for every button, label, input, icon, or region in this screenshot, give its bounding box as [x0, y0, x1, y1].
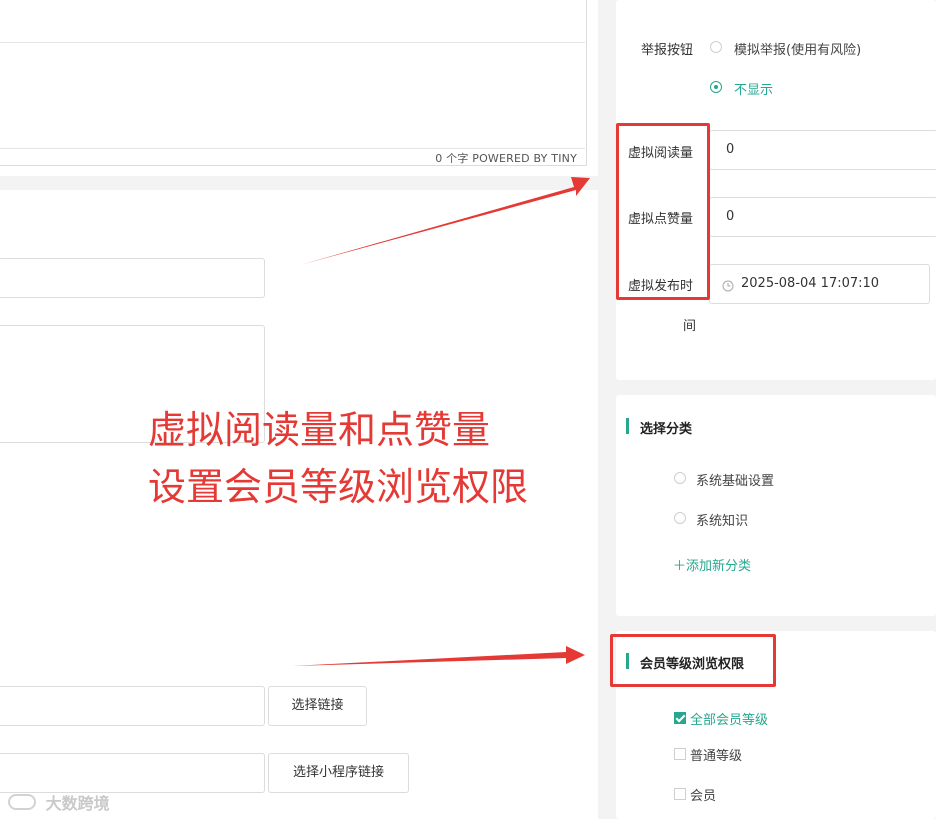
- arrow-to-member-permission: [292, 646, 585, 666]
- arrow-to-virtual-fields: [300, 177, 590, 265]
- annotation-text-line1: 虚拟阅读量和点赞量: [148, 408, 491, 452]
- watermark: 大数跨境: [8, 790, 110, 814]
- watermark-logo-icon: [8, 794, 36, 810]
- watermark-text: 大数跨境: [45, 794, 110, 813]
- annotation-text-line2: 设置会员等级浏览权限: [148, 465, 529, 509]
